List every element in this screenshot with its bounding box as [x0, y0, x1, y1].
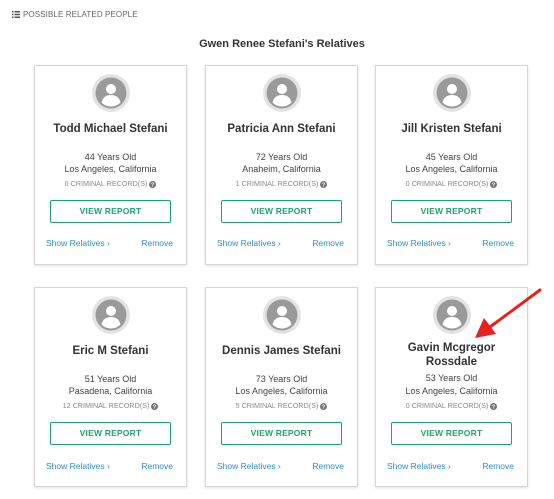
relative-location: Los Angeles, California [405, 386, 498, 396]
relative-name: Eric M Stefani [72, 345, 149, 357]
help-circle-icon[interactable]: ? [320, 402, 328, 410]
relative-location: Los Angeles, California [235, 386, 328, 396]
criminal-records-text: 0 CRIMINAL RECORD(S) [405, 179, 489, 188]
relative-age: 72 Years Old [255, 152, 308, 162]
criminal-records-text: 12 CRIMINAL RECORD(S) [62, 401, 150, 410]
remove-link[interactable]: Remove [312, 461, 344, 472]
view-report-button[interactable]: VIEW REPORT [50, 200, 171, 223]
show-relatives-link[interactable]: Show Relatives › [217, 238, 281, 249]
help-circle-icon[interactable]: ? [490, 180, 498, 188]
relative-age: 51 Years Old [84, 374, 137, 384]
relative-name: Patricia Ann Stefani [227, 123, 336, 135]
svg-text:?: ? [151, 182, 154, 188]
user-avatar-icon [263, 296, 301, 334]
svg-text:?: ? [322, 404, 325, 410]
show-relatives-link[interactable]: Show Relatives › [387, 461, 451, 472]
remove-link[interactable]: Remove [482, 238, 514, 249]
criminal-records-text: 1 CRIMINAL RECORD(S) [235, 179, 319, 188]
view-report-button[interactable]: VIEW REPORT [391, 200, 512, 223]
relative-card: Dennis James Stefani 73 Years Old Los An… [205, 287, 358, 487]
svg-text:?: ? [492, 404, 495, 410]
remove-link[interactable]: Remove [312, 238, 344, 249]
criminal-records: 0 CRIMINAL RECORD(S) ? [376, 401, 527, 411]
section-header: POSSIBLE RELATED PEOPLE [12, 10, 138, 19]
relatives-title: Gwen Renee Stefani's Relatives [199, 38, 365, 50]
view-report-button[interactable]: VIEW REPORT [221, 422, 342, 445]
remove-link[interactable]: Remove [482, 461, 514, 472]
view-report-button[interactable]: VIEW REPORT [221, 200, 342, 223]
help-circle-icon[interactable]: ? [151, 402, 159, 410]
criminal-records: 1 CRIMINAL RECORD(S) ? [206, 179, 357, 189]
section-header-label: POSSIBLE RELATED PEOPLE [23, 10, 138, 19]
criminal-records: 12 CRIMINAL RECORD(S) ? [35, 401, 186, 411]
relative-location: Los Angeles, California [405, 164, 498, 174]
user-avatar-icon [92, 74, 130, 112]
remove-link[interactable]: Remove [141, 461, 173, 472]
criminal-records: 0 CRIMINAL RECORD(S) ? [376, 179, 527, 189]
remove-link[interactable]: Remove [141, 238, 173, 249]
relative-card: Patricia Ann Stefani 72 Years Old Anahei… [205, 65, 358, 265]
relative-card: Jill Kristen Stefani 45 Years Old Los An… [375, 65, 528, 265]
show-relatives-link[interactable]: Show Relatives › [46, 238, 110, 249]
help-circle-icon[interactable]: ? [490, 402, 498, 410]
user-avatar-icon [263, 74, 301, 112]
svg-text:?: ? [492, 182, 495, 188]
svg-text:?: ? [322, 182, 325, 188]
relative-location: Los Angeles, California [64, 164, 157, 174]
criminal-records-text: 0 CRIMINAL RECORD(S) [405, 401, 489, 410]
relative-name-line-2: Rossdale [425, 356, 478, 368]
relative-card: Todd Michael Stefani 44 Years Old Los An… [34, 65, 187, 265]
criminal-records: 5 CRIMINAL RECORD(S) ? [206, 401, 357, 411]
svg-text:?: ? [153, 404, 156, 410]
relative-location: Pasadena, California [68, 386, 153, 396]
relative-location: Anaheim, California [242, 164, 321, 174]
relative-name: Dennis James Stefani [222, 345, 341, 357]
help-circle-icon[interactable]: ? [149, 180, 157, 188]
view-report-button[interactable]: VIEW REPORT [391, 422, 512, 445]
relative-age: 45 Years Old [425, 152, 478, 162]
criminal-records-text: 5 CRIMINAL RECORD(S) [235, 401, 319, 410]
show-relatives-link[interactable]: Show Relatives › [387, 238, 451, 249]
list-icon [12, 11, 20, 18]
help-circle-icon[interactable]: ? [320, 180, 328, 188]
relative-card: Eric M Stefani 51 Years Old Pasadena, Ca… [34, 287, 187, 487]
criminal-records: 0 CRIMINAL RECORD(S) ? [35, 179, 186, 189]
show-relatives-link[interactable]: Show Relatives › [46, 461, 110, 472]
red-arrow-annotation [475, 288, 542, 338]
relative-age: 44 Years Old [84, 152, 137, 162]
relative-name: Jill Kristen Stefani [401, 123, 502, 135]
criminal-records-text: 0 CRIMINAL RECORD(S) [64, 179, 148, 188]
relative-name: Todd Michael Stefani [53, 123, 168, 135]
user-avatar-icon [92, 296, 130, 334]
user-avatar-icon [433, 74, 471, 112]
view-report-button[interactable]: VIEW REPORT [50, 422, 171, 445]
user-avatar-icon [433, 296, 471, 334]
relative-age: 53 Years Old [425, 373, 478, 383]
relative-age: 73 Years Old [255, 374, 308, 384]
show-relatives-link[interactable]: Show Relatives › [217, 461, 281, 472]
